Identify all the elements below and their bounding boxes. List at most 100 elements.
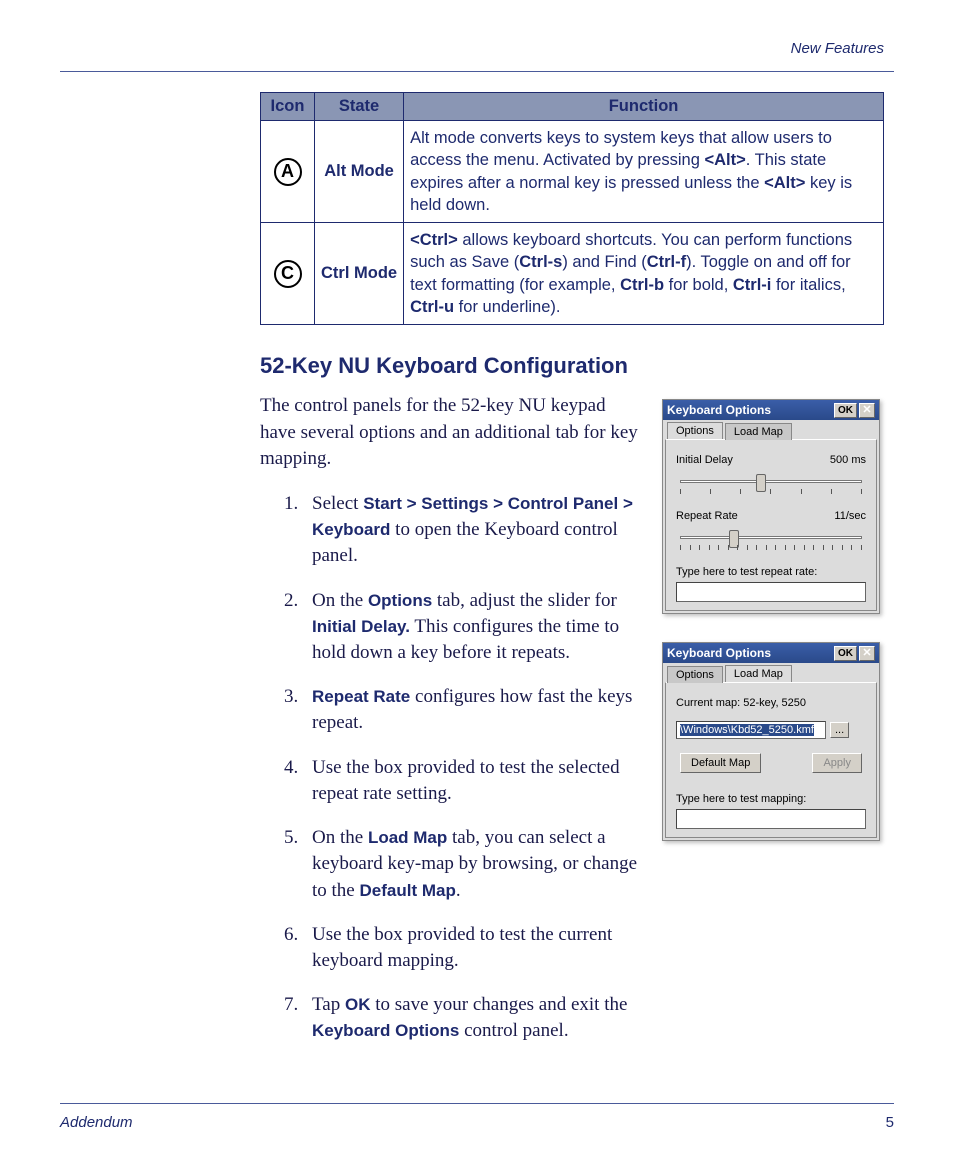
list-item: On the Options tab, adjust the slider fo… <box>288 588 640 667</box>
close-icon[interactable]: ✕ <box>859 403 875 418</box>
list-item: Repeat Rate configures how fast the keys… <box>288 684 640 736</box>
table-row: A Alt Mode Alt mode converts keys to sys… <box>261 121 884 223</box>
key-ctrl: <Ctrl> <box>410 231 458 249</box>
tab-options[interactable]: Options <box>667 666 723 683</box>
key-ctrl-s: Ctrl-s <box>519 253 562 271</box>
text: control panel. <box>459 1020 568 1041</box>
tab-strip: Options Load Map <box>663 663 879 682</box>
tab-name: Options <box>368 591 432 610</box>
map-path-value: \Windows\Kbd52_5250.kmf <box>680 724 814 736</box>
ok-button[interactable]: OK <box>834 646 857 661</box>
ok-button[interactable]: OK <box>834 403 857 418</box>
dialog-titlebar: Keyboard Options OK ✕ <box>663 400 879 420</box>
list-item: Use the box provided to test the selecte… <box>288 755 640 807</box>
text: for underline). <box>454 298 560 316</box>
repeat-rate-slider[interactable] <box>676 528 866 550</box>
keyboard-options-dialog-2: Keyboard Options OK ✕ Options Load Map C… <box>662 642 880 841</box>
tab-strip: Options Load Map <box>663 420 879 439</box>
tab-options[interactable]: Options <box>667 422 723 439</box>
apply-button[interactable]: Apply <box>812 753 862 773</box>
table-row: C Ctrl Mode <Ctrl> allows keyboard short… <box>261 223 884 325</box>
text-column: The control panels for the 52-key NU key… <box>260 393 640 1063</box>
text: for italics, <box>771 276 845 294</box>
list-item: Tap OK to save your changes and exit the… <box>288 992 640 1044</box>
repeat-rate-row: Repeat Rate 11/sec <box>676 510 866 522</box>
list-item: On the Load Map tab, you can select a ke… <box>288 825 640 904</box>
alt-mode-function: Alt mode converts keys to system keys th… <box>404 121 884 223</box>
feature-table: Icon State Function A Alt Mode Alt mode … <box>260 92 884 325</box>
dialog-body: Current map: 52-key, 5250 \Windows\Kbd52… <box>665 682 877 838</box>
test-mapping-input[interactable] <box>676 809 866 829</box>
field-name: Initial Delay. <box>312 617 410 636</box>
tab-load-map[interactable]: Load Map <box>725 423 792 440</box>
dialog-body: Initial Delay 500 ms Repeat Rate 11/sec <box>665 439 877 611</box>
test-repeat-input[interactable] <box>676 582 866 602</box>
close-icon[interactable]: ✕ <box>859 646 875 661</box>
button-name: Default Map <box>360 881 456 900</box>
section-heading: 52-Key NU Keyboard Configuration <box>260 353 884 379</box>
test-repeat-label: Type here to test repeat rate: <box>676 566 866 578</box>
th-state: State <box>315 93 404 121</box>
repeat-rate-value: 11/sec <box>834 510 866 522</box>
map-path-input[interactable]: \Windows\Kbd52_5250.kmf <box>676 721 826 739</box>
header-rule <box>60 71 894 72</box>
text: Select <box>312 493 363 514</box>
ctrl-mode-icon-cell: C <box>261 223 315 325</box>
text: Tap <box>312 994 345 1015</box>
alt-mode-state: Alt Mode <box>315 121 404 223</box>
alt-mode-icon-cell: A <box>261 121 315 223</box>
text: Use the box provided to test the current… <box>312 924 612 971</box>
ctrl-mode-state: Ctrl Mode <box>315 223 404 325</box>
repeat-rate-label: Repeat Rate <box>676 510 738 522</box>
button-name: OK <box>345 995 371 1014</box>
initial-delay-label: Initial Delay <box>676 454 733 466</box>
steps-list: Select Start > Settings > Control Panel … <box>260 491 640 1045</box>
page-header-section: New Features <box>60 40 894 57</box>
keyboard-options-dialog-1: Keyboard Options OK ✕ Options Load Map I… <box>662 399 880 614</box>
key-alt: <Alt> <box>705 151 746 169</box>
default-map-button[interactable]: Default Map <box>680 753 761 773</box>
footer-doc-name: Addendum <box>60 1114 133 1131</box>
dialog-titlebar: Keyboard Options OK ✕ <box>663 643 879 663</box>
key-ctrl-b: Ctrl-b <box>620 276 664 294</box>
panel-name: Keyboard Options <box>312 1021 459 1040</box>
initial-delay-slider[interactable] <box>676 472 866 494</box>
text: . <box>456 880 461 901</box>
test-mapping-label: Type here to test mapping: <box>676 793 866 805</box>
text: Use the box provided to test the selecte… <box>312 757 620 804</box>
ctrl-mode-function: <Ctrl> allows keyboard shortcuts. You ca… <box>404 223 884 325</box>
tab-name: Load Map <box>368 828 447 847</box>
footer-rule <box>60 1103 894 1104</box>
screenshots-column: Keyboard Options OK ✕ Options Load Map I… <box>662 393 884 841</box>
key-alt: <Alt> <box>764 174 805 192</box>
page-footer: Addendum 5 <box>60 1103 894 1131</box>
text: to save your changes and exit the <box>370 994 627 1015</box>
key-ctrl-u: Ctrl-u <box>410 298 454 316</box>
text: for bold, <box>664 276 733 294</box>
button-row: Default Map Apply <box>676 753 866 773</box>
ctrl-mode-icon: C <box>274 260 302 288</box>
main-content: Icon State Function A Alt Mode Alt mode … <box>60 92 894 1063</box>
key-ctrl-i: Ctrl-i <box>733 276 772 294</box>
key-ctrl-f: Ctrl-f <box>647 253 686 271</box>
dialog-title: Keyboard Options <box>667 646 834 660</box>
footer-page-number: 5 <box>886 1114 894 1131</box>
alt-mode-icon: A <box>274 158 302 186</box>
dialog-title: Keyboard Options <box>667 403 834 417</box>
text: tab, adjust the slider for <box>432 590 617 611</box>
list-item: Use the box provided to test the current… <box>288 922 640 974</box>
text: On the <box>312 827 368 848</box>
browse-button[interactable]: ... <box>830 722 849 738</box>
th-icon: Icon <box>261 93 315 121</box>
list-item: Select Start > Settings > Control Panel … <box>288 491 640 570</box>
text: On the <box>312 590 368 611</box>
tab-load-map[interactable]: Load Map <box>725 665 792 682</box>
intro-paragraph: The control panels for the 52-key NU key… <box>260 393 640 473</box>
initial-delay-row: Initial Delay 500 ms <box>676 454 866 466</box>
map-path-row: \Windows\Kbd52_5250.kmf ... <box>676 721 866 739</box>
th-function: Function <box>404 93 884 121</box>
current-map-label: Current map: 52-key, 5250 <box>676 697 866 709</box>
text: ) and Find ( <box>562 253 646 271</box>
initial-delay-value: 500 ms <box>830 454 866 466</box>
field-name: Repeat Rate <box>312 687 410 706</box>
